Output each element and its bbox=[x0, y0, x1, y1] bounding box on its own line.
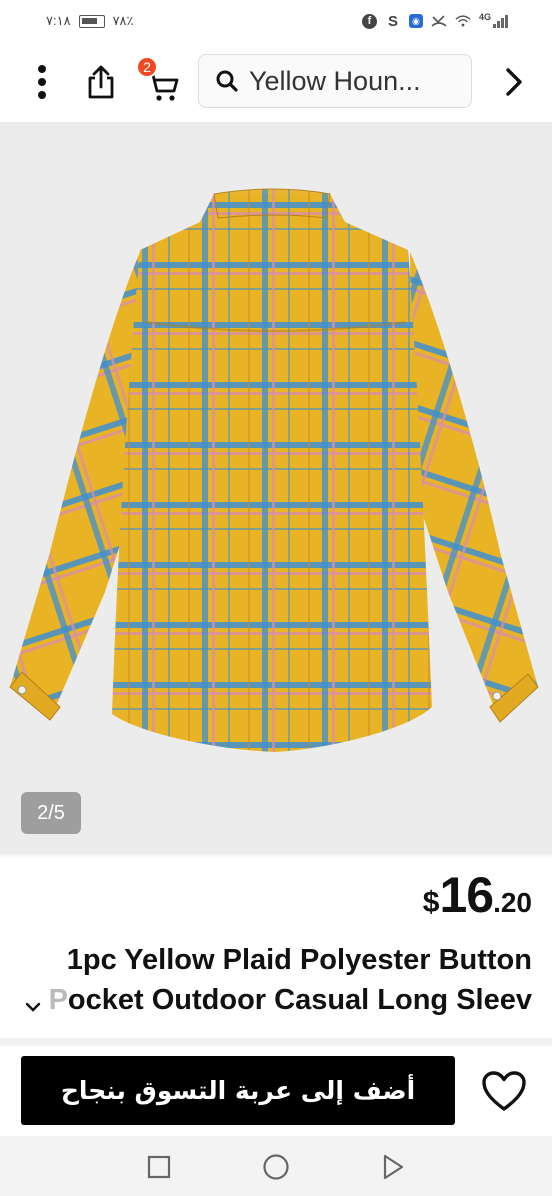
price-integer: 16 bbox=[439, 867, 494, 923]
system-nav-bar bbox=[0, 1136, 552, 1196]
product-title-line-2: Pocket Outdoor Casual Long Sleev bbox=[49, 984, 532, 1017]
status-time: ٧:١٨ bbox=[46, 13, 71, 28]
wishlist-button[interactable] bbox=[476, 1064, 532, 1118]
section-divider bbox=[0, 1038, 552, 1046]
share-button[interactable] bbox=[80, 60, 122, 104]
search-bar[interactable]: Yellow Houn... bbox=[198, 54, 472, 108]
status-left: ٧:١٨ ٧٨٪ bbox=[46, 13, 134, 29]
product-title-faded-text: P bbox=[48, 984, 68, 1016]
battery-icon bbox=[78, 14, 105, 28]
search-icon bbox=[216, 70, 238, 92]
chevron-right-icon bbox=[506, 68, 522, 96]
more-vertical-icon bbox=[38, 65, 46, 99]
image-page-indicator: 2/5 bbox=[21, 792, 81, 834]
recent-apps-button[interactable] bbox=[144, 1152, 174, 1182]
signal-icon bbox=[493, 14, 508, 28]
product-image-gallery[interactable] bbox=[0, 122, 552, 852]
product-price: $ 16 .20 bbox=[423, 866, 532, 924]
home-icon bbox=[263, 1154, 289, 1180]
price-decimal: .20 bbox=[493, 887, 532, 918]
back-button[interactable] bbox=[378, 1152, 408, 1182]
product-title-line-1: 1pc Yellow Plaid Polyester Button bbox=[66, 944, 532, 976]
home-button[interactable] bbox=[261, 1152, 291, 1182]
add-to-cart-button[interactable]: أضف إلى عربة التسوق بنجاح bbox=[21, 1056, 455, 1125]
missed-call-icon bbox=[431, 13, 447, 29]
status-bar: ٧:١٨ ٧٨٪ f S ◉ 4G bbox=[0, 0, 552, 42]
search-query-text: Yellow Houn... bbox=[249, 65, 421, 96]
top-toolbar: 2 Yellow Houn... bbox=[0, 48, 552, 114]
status-right: f S ◉ 4G bbox=[361, 12, 508, 30]
product-image bbox=[9, 188, 539, 752]
price-currency: $ bbox=[422, 886, 440, 919]
share-icon bbox=[88, 65, 114, 99]
s-app-icon: S bbox=[387, 12, 398, 30]
back-icon bbox=[383, 1154, 404, 1180]
chevron-down-icon[interactable] bbox=[24, 1000, 42, 1014]
wifi-icon bbox=[455, 13, 471, 29]
heart-icon bbox=[482, 1071, 526, 1111]
network-type-label: 4G bbox=[478, 12, 491, 22]
facebook-icon: f bbox=[361, 13, 377, 29]
cart-button[interactable]: 2 bbox=[136, 56, 184, 106]
app-screen: ٧:١٨ ٧٨٪ f S ◉ 4G 2 Yellow Houn... 2/5 $… bbox=[0, 0, 552, 1196]
shield-app-icon: ◉ bbox=[408, 14, 423, 28]
recent-apps-icon bbox=[147, 1155, 171, 1179]
product-title-line-2-text: ocket Outdoor Casual Long Sleev bbox=[67, 984, 532, 1016]
battery-percent: ٧٨٪ bbox=[112, 13, 134, 28]
section-divider bbox=[0, 852, 552, 858]
cart-count-badge: 2 bbox=[136, 56, 158, 78]
more-options-button[interactable] bbox=[22, 60, 62, 104]
next-button[interactable] bbox=[492, 60, 536, 104]
